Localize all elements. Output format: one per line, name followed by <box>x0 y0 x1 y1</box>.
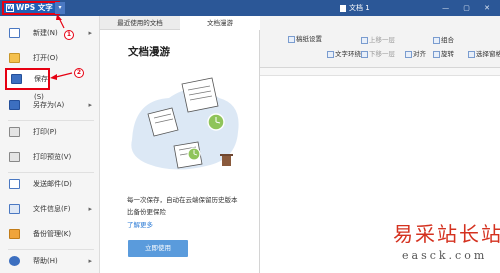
document-icon <box>340 4 346 12</box>
callout-marker-1: 1 <box>64 30 74 40</box>
submenu-arrow-icon: ▸ <box>88 257 92 265</box>
app-menu-dropdown-arrow-icon[interactable]: ▾ <box>55 2 65 14</box>
menu-item-save-as[interactable]: 另存为(A) ▸ <box>0 94 100 116</box>
document-tab[interactable]: 文档 1 <box>340 2 370 14</box>
watermark-url: easck.com <box>402 249 488 262</box>
app-button-label: WPS 文字 <box>16 3 53 12</box>
print-preview-icon <box>9 152 20 162</box>
document-tab-label: 文档 1 <box>349 4 370 12</box>
group-button[interactable]: 组合 <box>433 34 454 44</box>
use-now-button[interactable]: 立即使用 <box>128 240 188 257</box>
paper-settings-icon <box>288 35 295 43</box>
menu-item-open[interactable]: 打开(O) <box>0 47 100 69</box>
menu-item-new[interactable]: 新建(N) ▸ <box>0 22 100 44</box>
document-icon <box>181 77 219 113</box>
email-icon <box>9 179 20 189</box>
rotate-button[interactable]: 旋转 <box>433 48 454 58</box>
tab-recent-documents[interactable]: 最近使用的文档 <box>100 16 180 30</box>
selection-pane-icon <box>468 50 475 58</box>
help-icon <box>9 256 20 266</box>
menu-item-file-info[interactable]: 文件信息(F) ▸ <box>0 198 100 220</box>
menu-item-backup-management[interactable]: 备份管理(K) <box>0 223 100 245</box>
menu-item-help[interactable]: 帮助(H) ▸ <box>0 250 100 272</box>
clock-icon <box>207 113 225 131</box>
save-as-icon <box>9 100 20 110</box>
submenu-arrow-icon: ▸ <box>88 101 92 109</box>
paper-settings-button[interactable]: 稿纸设置 <box>288 33 322 43</box>
print-icon <box>9 127 20 137</box>
align-button[interactable]: 对齐 <box>405 48 426 58</box>
clock-icon <box>187 147 201 161</box>
save-icon <box>11 74 22 84</box>
bring-forward-button[interactable]: 上移一层 <box>361 34 395 44</box>
watermark-site-name: 易采站长站 <box>393 222 500 246</box>
document-roaming-panel: 最近使用的文档 文档漫游 文档漫游 每一次保存，自动在云端保留历史版本 比备份更… <box>100 16 260 273</box>
window-controls[interactable]: — ▢ ✕ <box>442 2 496 14</box>
open-folder-icon <box>9 53 20 63</box>
group-icon <box>433 36 440 44</box>
backup-icon <box>9 229 20 239</box>
wps-app-menu-button[interactable]: W WPS 文字 <box>2 1 60 15</box>
submenu-arrow-icon: ▸ <box>88 205 92 213</box>
ribbon-toolbar: 稿纸设置 文字环绕 上移一层 下移一层 对齐 组合 旋转 选择窗格 <box>260 16 500 68</box>
cloud-sync-illustration <box>131 77 239 170</box>
file-menu: 新建(N) ▸ 打开(O) 保存(S) 另存为(A) ▸ 打印(P) 打印预览(V)… <box>0 16 100 273</box>
panel-title: 文档漫游 <box>128 46 170 58</box>
menu-item-save[interactable]: 保存(S) <box>5 68 50 101</box>
text-wrap-button[interactable]: 文字环绕 <box>327 48 361 58</box>
align-icon <box>405 50 412 58</box>
learn-more-link[interactable]: 了解更多 <box>127 219 153 229</box>
submenu-arrow-icon: ▸ <box>88 29 92 37</box>
send-backward-button[interactable]: 下移一层 <box>361 48 395 58</box>
callout-marker-2: 2 <box>74 68 84 78</box>
text-wrap-icon <box>327 50 334 58</box>
panel-description: 每一次保存，自动在云端保留历史版本 比备份更保险 <box>127 196 238 216</box>
ruler <box>260 68 500 76</box>
rotate-icon <box>433 50 440 58</box>
tab-document-roaming[interactable]: 文档漫游 <box>180 16 260 30</box>
wps-logo-icon: W <box>6 4 14 12</box>
file-info-icon <box>9 204 20 214</box>
selection-pane-button[interactable]: 选择窗格 <box>468 48 500 58</box>
bring-forward-icon <box>361 36 368 44</box>
new-document-icon <box>9 28 20 38</box>
send-backward-icon <box>361 50 368 58</box>
menu-item-print-preview[interactable]: 打印预览(V) <box>0 146 100 168</box>
menu-item-send-email[interactable]: 发送邮件(D) <box>0 173 100 195</box>
menu-item-print[interactable]: 打印(P) <box>0 121 100 143</box>
title-bar: W WPS 文字 ▾ 文档 1 — ▢ ✕ <box>0 0 500 16</box>
